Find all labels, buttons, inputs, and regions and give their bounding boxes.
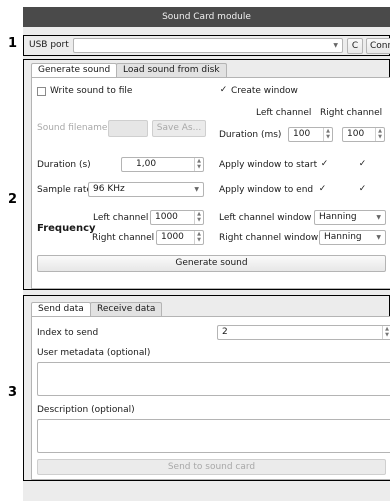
sound-filename-input[interactable] xyxy=(108,120,148,137)
description-label: Description (optional) xyxy=(37,405,135,415)
window-left-channel-header: Left channel xyxy=(256,108,312,118)
section-number-3: 3 xyxy=(8,385,18,400)
create-window-checkbox[interactable]: ✓ xyxy=(219,86,228,95)
user-metadata-textarea[interactable] xyxy=(37,362,390,396)
spin-arrows-icon: ▲ ▼ xyxy=(323,128,332,141)
connect-button[interactable]: Connect xyxy=(366,38,390,54)
sound-filename-label: Sound filename xyxy=(37,123,108,133)
frequency-right-label: Right channel xyxy=(92,233,155,243)
write-to-file-label: Write sound to file xyxy=(50,86,133,96)
spin-arrows-icon: ▲ ▼ xyxy=(194,231,203,244)
usb-port-label: USB port xyxy=(29,40,69,50)
duration-spinbox[interactable]: 1,00 ▲ ▼ xyxy=(121,157,204,172)
send-section: Send data Receive data Index to send 2 ▲… xyxy=(23,295,390,481)
chevron-down-icon: ▼ xyxy=(376,234,381,241)
apply-end-label: Apply window to end xyxy=(219,185,314,195)
left-window-value: Hanning xyxy=(319,212,357,222)
right-window-value: Hanning xyxy=(324,232,362,242)
left-window-label: Left channel window xyxy=(219,213,312,223)
spin-arrows-icon: ▲ ▼ xyxy=(375,128,384,141)
window-right-channel-header: Right channel xyxy=(320,108,383,118)
spin-arrows-icon: ▲ ▼ xyxy=(382,326,390,339)
frequency-right-spinbox[interactable]: 1000 ▲ ▼ xyxy=(156,230,204,245)
section-number-2: 2 xyxy=(8,192,18,207)
window-title: Sound Card module xyxy=(162,12,251,22)
window-duration-right-spinbox[interactable]: 100 ▲ ▼ xyxy=(342,127,385,142)
right-window-label: Right channel window xyxy=(219,233,319,243)
chevron-down-icon: ▼ xyxy=(376,214,381,221)
right-window-select[interactable]: Hanning ▼ xyxy=(319,230,386,245)
window-duration-right-value: 100 xyxy=(347,129,365,139)
tab-send-data[interactable]: Send data xyxy=(31,302,91,316)
generate-section: Generate sound Load sound from disk Writ… xyxy=(23,59,390,290)
left-window-select[interactable]: Hanning ▼ xyxy=(314,210,386,225)
apply-start-left-checkbox[interactable]: ✓ xyxy=(320,160,329,169)
frequency-left-value: 1000 xyxy=(155,212,178,222)
spin-arrows-icon: ▲ ▼ xyxy=(194,211,203,224)
chevron-down-icon: ▼ xyxy=(333,42,338,49)
window-duration-left-spinbox[interactable]: 100 ▲ ▼ xyxy=(288,127,333,142)
spin-arrows-icon: ▲ ▼ xyxy=(194,158,203,171)
window-title-bar: Sound Card module xyxy=(23,7,390,27)
create-window-label: Create window xyxy=(231,86,298,96)
user-metadata-label: User metadata (optional) xyxy=(37,348,151,358)
sample-rate-select[interactable]: 96 KHz ▼ xyxy=(88,182,204,197)
apply-end-left-checkbox[interactable]: ✓ xyxy=(318,185,327,194)
frequency-label: Frequency xyxy=(37,223,96,234)
duration-value: 1,00 xyxy=(136,159,157,169)
section-number-1: 1 xyxy=(8,36,18,51)
generate-pane: Write sound to file ✓ Create window Left… xyxy=(31,77,390,289)
apply-end-right-checkbox[interactable]: ✓ xyxy=(358,185,367,194)
save-as-button[interactable]: Save As... xyxy=(152,120,206,137)
generate-sound-button[interactable]: Generate sound xyxy=(37,255,386,272)
tab-generate-sound[interactable]: Generate sound xyxy=(31,63,118,77)
duration-label: Duration (s) xyxy=(37,160,91,170)
apply-start-right-checkbox[interactable]: ✓ xyxy=(358,160,367,169)
tab-receive-data[interactable]: Receive data xyxy=(90,302,163,316)
window-duration-left-value: 100 xyxy=(293,129,311,139)
index-to-send-value: 2 xyxy=(222,327,228,337)
index-to-send-label: Index to send xyxy=(37,328,99,338)
write-to-file-checkbox[interactable] xyxy=(37,87,46,96)
send-pane: Index to send 2 ▲ ▼ User metadata (option… xyxy=(31,316,390,480)
sample-rate-value: 96 KHz xyxy=(93,184,125,194)
tab-load-sound[interactable]: Load sound from disk xyxy=(116,63,227,77)
frequency-left-label: Left channel xyxy=(93,213,149,223)
usb-section: USB port ▼ C Connect xyxy=(23,35,390,56)
sample-rate-label: Sample rate xyxy=(37,185,92,195)
usb-port-select[interactable]: ▼ xyxy=(73,38,343,53)
frequency-right-value: 1000 xyxy=(161,232,184,242)
apply-start-label: Apply window to start xyxy=(219,160,318,170)
frequency-left-spinbox[interactable]: 1000 ▲ ▼ xyxy=(150,210,204,225)
refresh-button[interactable]: C xyxy=(347,38,363,54)
send-to-sound-card-button[interactable]: Send to sound card xyxy=(37,459,386,475)
index-to-send-spinbox[interactable]: 2 ▲ ▼ xyxy=(217,325,390,340)
window-duration-label: Duration (ms) xyxy=(219,130,282,140)
chevron-down-icon: ▼ xyxy=(194,186,199,193)
description-textarea[interactable] xyxy=(37,419,390,453)
